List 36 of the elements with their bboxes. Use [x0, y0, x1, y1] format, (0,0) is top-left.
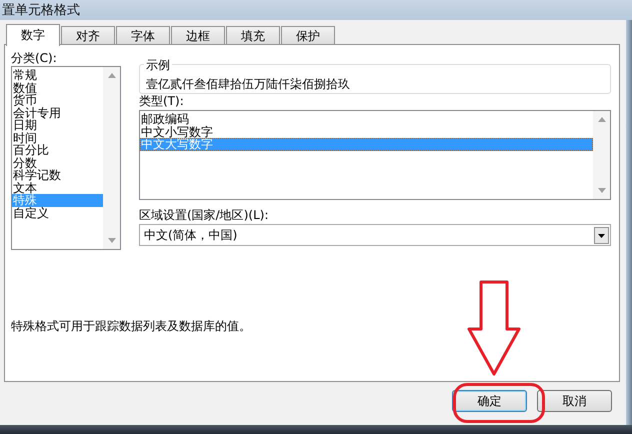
locale-label: 区域设置(国家/地区)(L): — [139, 208, 270, 223]
dialog-button[interactable]: 确定 — [452, 390, 527, 412]
tab[interactable]: 保护 — [281, 26, 335, 45]
category-item[interactable]: 分数 — [12, 156, 103, 169]
locale-dropdown[interactable]: 中文(简体，中国) — [139, 224, 611, 246]
type-item[interactable]: 中文小写数字 — [140, 126, 593, 138]
category-item[interactable]: 科学记数 — [12, 169, 103, 182]
tab[interactable]: 字体 — [116, 26, 170, 45]
category-item[interactable]: 文本 — [12, 182, 103, 194]
type-item[interactable]: 邮政编码 — [140, 113, 593, 126]
category-item[interactable]: 百分比 — [12, 144, 103, 156]
sample-value: 壹亿贰仟叁佰肆拾伍万陆仟柒佰捌拾玖 — [146, 77, 350, 91]
description-text: 特殊格式可用于跟踪数据列表及数据库的值。 — [11, 318, 252, 335]
scroll-down-icon[interactable] — [598, 188, 606, 193]
dialog-button[interactable]: 取消 — [537, 390, 612, 412]
category-list[interactable]: 常规 数值 货币 会计专用 日期 时间 百分比 分数 科学记数 文本 特殊 自定义 — [11, 66, 121, 250]
scroll-up-icon[interactable] — [598, 117, 606, 122]
category-item[interactable]: 自定义 — [12, 206, 103, 219]
window-title: 置单元格格式 — [2, 2, 80, 19]
category-label: 分类(C): — [11, 51, 58, 66]
tab[interactable]: 数字 — [6, 24, 60, 46]
category-item[interactable]: 时间 — [12, 132, 103, 144]
tab[interactable]: 对齐 — [61, 26, 115, 45]
category-item[interactable]: 数值 — [12, 82, 103, 94]
scroll-up-icon[interactable] — [108, 73, 116, 78]
category-item[interactable]: 会计专用 — [12, 106, 103, 119]
tab[interactable]: 边框 — [171, 26, 225, 45]
category-item[interactable]: 货币 — [12, 94, 103, 106]
scrollbar[interactable] — [593, 111, 610, 199]
category-item[interactable]: 常规 — [12, 69, 103, 82]
type-label: 类型(T): — [139, 94, 185, 109]
sample-label: 示例 — [144, 57, 172, 74]
scrollbar[interactable] — [103, 67, 120, 249]
tab[interactable]: 填充 — [226, 26, 280, 45]
category-item[interactable]: 日期 — [12, 119, 103, 132]
scroll-down-icon[interactable] — [108, 238, 116, 243]
